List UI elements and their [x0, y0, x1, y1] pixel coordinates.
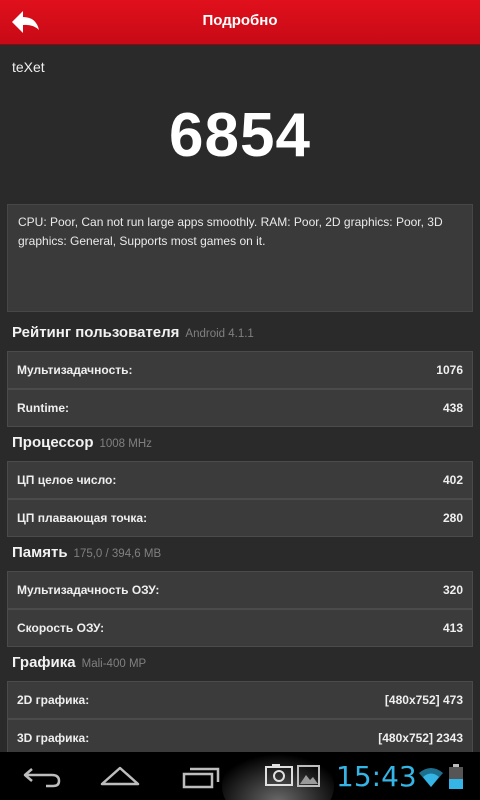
row-label: ЦП целое число:: [17, 473, 117, 487]
system-navigation-bar: 15:43: [0, 752, 480, 800]
section-title: Процессор: [12, 434, 94, 451]
row-value: [480x752] 2343: [378, 731, 463, 745]
row-label: Скорость ОЗУ:: [17, 621, 105, 635]
section-memory: Память 175,0 / 394,6 MB: [12, 544, 161, 568]
section-subtitle: Mali-400 MP: [81, 658, 147, 670]
section-subtitle: 1008 MHz: [99, 438, 152, 450]
row-value: [480x752] 473: [384, 693, 463, 707]
device-name: teXet: [12, 59, 45, 75]
row-label: Мультизадачность ОЗУ:: [17, 583, 160, 597]
section-title: Память: [12, 544, 68, 561]
result-row-cpu-float[interactable]: ЦП плавающая точка: 280: [7, 499, 473, 537]
row-label: Мультизадачность:: [17, 363, 133, 377]
result-row-ram-speed[interactable]: Скорость ОЗУ: 413: [7, 609, 473, 647]
result-row-runtime[interactable]: Runtime: 438: [7, 389, 473, 427]
result-row-2d-graphics[interactable]: 2D графика: [480x752] 473: [7, 681, 473, 719]
screenshot-icon[interactable]: [264, 760, 294, 790]
total-score: 6854: [169, 101, 311, 170]
row-label: 3D графика:: [17, 731, 90, 745]
wifi-icon: [419, 768, 443, 787]
score-description: CPU: Poor, Can not run large apps smooth…: [7, 204, 473, 312]
status-clock: 15:43: [336, 760, 417, 793]
section-title: Графика: [12, 654, 76, 671]
nav-back-icon[interactable]: [20, 760, 64, 792]
nav-home-icon[interactable]: [98, 760, 142, 792]
action-bar: Подробно: [0, 0, 480, 45]
row-label: ЦП плавающая точка:: [17, 511, 148, 525]
section-title: Рейтинг пользователя: [12, 324, 180, 341]
row-label: Runtime:: [17, 401, 69, 415]
row-value: 413: [442, 621, 463, 635]
section-graphics: Графика Mali-400 MP: [12, 654, 146, 678]
result-row-ram-multitasking[interactable]: Мультизадачность ОЗУ: 320: [7, 571, 473, 609]
result-row-multitasking[interactable]: Мультизадачность: 1076: [7, 351, 473, 389]
section-user-rating: Рейтинг пользователя Android 4.1.1: [12, 324, 254, 348]
gallery-icon[interactable]: [297, 760, 321, 790]
page-title: Подробно: [202, 12, 278, 29]
result-row-cpu-integer[interactable]: ЦП целое число: 402: [7, 461, 473, 499]
row-value: 1076: [436, 363, 463, 377]
row-label: 2D графика:: [17, 693, 90, 707]
row-value: 320: [442, 583, 463, 597]
section-subtitle: Android 4.1.1: [185, 328, 254, 340]
nav-recent-apps-icon[interactable]: [180, 760, 224, 792]
row-value: 280: [442, 511, 463, 525]
battery-icon: [449, 764, 463, 789]
section-subtitle: 175,0 / 394,6 MB: [73, 548, 162, 560]
row-value: 402: [442, 473, 463, 487]
section-cpu: Процессор 1008 MHz: [12, 434, 152, 458]
row-value: 438: [442, 401, 463, 415]
